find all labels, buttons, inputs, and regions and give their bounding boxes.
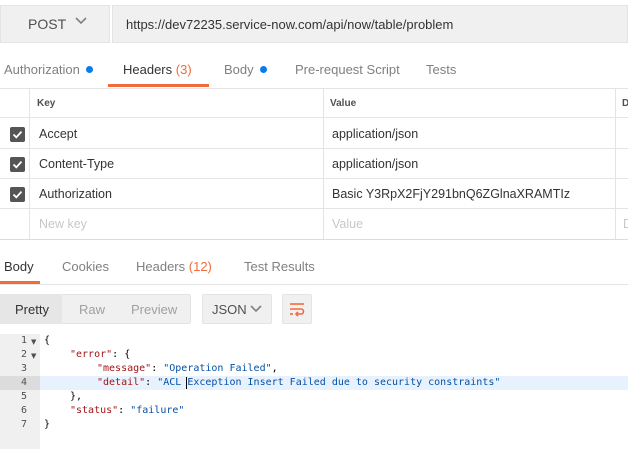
response-tab-headers-count: (12)	[188, 259, 212, 274]
json-string: "Operation Failed"	[163, 363, 272, 374]
response-tab-cookies[interactable]: Cookies	[62, 259, 109, 274]
format-label: JSON	[212, 302, 247, 317]
tab-authorization-label: Authorization	[4, 62, 80, 77]
line-number: 1	[20, 335, 27, 346]
tab-headers[interactable]: Headers (3)	[123, 62, 192, 77]
header-key[interactable]: Accept	[39, 127, 77, 141]
table-row	[0, 119, 628, 149]
header-value[interactable]: Basic Y3RpX2FjY291bnQ6ZGlnaXRAMTIz	[332, 187, 570, 201]
text-cursor	[186, 377, 187, 389]
json-punct: ,	[271, 363, 278, 374]
code-line: }	[44, 419, 51, 430]
divider	[0, 284, 628, 285]
tab-pre-request-script[interactable]: Pre-request Script	[295, 62, 400, 77]
code-line: "error": {	[70, 349, 130, 360]
json-key: "error"	[70, 349, 113, 360]
checkbox-checked-icon[interactable]	[10, 157, 25, 172]
modified-dot-icon	[85, 66, 93, 73]
divider	[0, 239, 628, 240]
wrap-lines-icon	[290, 303, 305, 317]
json-key: "detail"	[97, 377, 146, 388]
checkbox-checked-icon[interactable]	[10, 187, 25, 202]
url-text: https://dev72235.service-now.com/api/now…	[126, 17, 454, 32]
header-key[interactable]: Authorization	[39, 187, 112, 201]
json-key: "message"	[97, 363, 152, 374]
code-line: },	[70, 391, 83, 402]
modified-dot-icon	[259, 66, 267, 73]
response-tab-test-results[interactable]: Test Results	[244, 259, 315, 274]
json-punct: :	[118, 405, 131, 416]
raw-button[interactable]: Raw	[79, 302, 105, 317]
headers-table-header	[0, 88, 628, 118]
line-number: 7	[20, 419, 27, 430]
new-key-input[interactable]: New key	[39, 217, 87, 231]
new-value-input[interactable]: Value	[332, 217, 363, 231]
column-key: Key	[37, 98, 56, 109]
method-label: POST	[28, 16, 67, 32]
header-value[interactable]: application/json	[332, 127, 418, 141]
response-tab-body[interactable]: Body	[4, 259, 34, 274]
column-description: D	[622, 98, 628, 109]
json-punct: :	[145, 377, 158, 388]
json-punct: : {	[112, 349, 131, 360]
line-number: 4	[20, 377, 27, 388]
chevron-down-icon[interactable]	[74, 14, 88, 28]
code-line: "message": "Operation Failed",	[97, 363, 278, 374]
response-tab-headers[interactable]: Headers (12)	[136, 259, 212, 274]
tab-body[interactable]: Body	[224, 62, 267, 77]
fold-arrow-icon[interactable]: ▼	[31, 338, 36, 346]
line-number: 2	[20, 349, 27, 360]
header-value[interactable]: application/json	[332, 157, 418, 171]
pretty-button[interactable]: Pretty	[15, 302, 49, 317]
code-line: "detail": "ACL Exception Insert Failed d…	[97, 377, 500, 388]
response-tab-headers-label: Headers	[136, 259, 186, 274]
preview-button[interactable]: Preview	[131, 302, 177, 317]
header-key[interactable]: Content-Type	[39, 157, 114, 171]
checkbox-checked-icon[interactable]	[10, 127, 25, 142]
active-tab-indicator	[108, 84, 209, 87]
tab-tests[interactable]: Tests	[426, 62, 456, 77]
tab-authorization[interactable]: Authorization	[4, 62, 93, 77]
code-line: "status": "failure"	[70, 405, 184, 416]
chevron-down-icon[interactable]	[249, 302, 263, 316]
tab-body-label: Body	[224, 62, 254, 77]
line-number: 5	[20, 391, 27, 402]
code-line: {	[44, 335, 51, 346]
json-string: "ACL Exception Insert Failed due to secu…	[157, 377, 501, 388]
fold-arrow-icon[interactable]: ▼	[31, 352, 36, 360]
line-number: 6	[20, 405, 27, 416]
json-string: "failure"	[130, 405, 185, 416]
line-number: 3	[20, 363, 27, 374]
new-description-input[interactable]: D	[623, 217, 628, 231]
column-value: Value	[330, 98, 357, 109]
json-key: "status"	[70, 405, 119, 416]
json-punct: :	[151, 363, 164, 374]
tab-headers-label: Headers	[123, 62, 173, 77]
tab-headers-count: (3)	[175, 62, 192, 77]
table-row-new	[0, 209, 628, 239]
